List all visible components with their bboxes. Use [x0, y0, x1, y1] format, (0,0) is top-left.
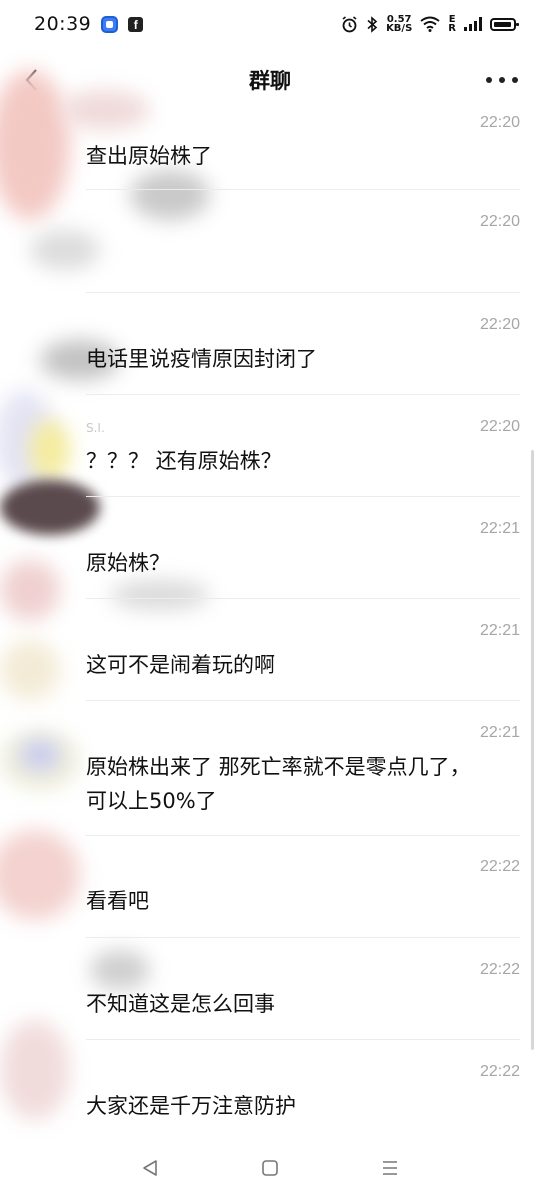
message-sender: S.I.	[86, 421, 105, 435]
message-text: ？？？ 还有原始株？	[86, 449, 282, 473]
network-speed: 0.57 KB/S	[386, 15, 413, 34]
list-item[interactable]: 22:21 这可不是闹着玩的啊	[86, 599, 520, 701]
message-time: 22:22	[479, 858, 520, 875]
system-nav-bar	[0, 1136, 540, 1200]
network-type: E R	[448, 15, 456, 34]
message-text: 电话里说疫情原因封闭了	[86, 347, 317, 371]
list-item[interactable]: 22:21 原始株？	[86, 497, 520, 599]
triangle-back-icon	[143, 1160, 157, 1176]
facebook-icon: f	[128, 16, 144, 32]
square-home-icon	[262, 1160, 278, 1176]
message-text: 原始株？	[86, 551, 170, 575]
message-time: 22:22	[479, 961, 520, 978]
message-time: 22:20	[479, 316, 520, 333]
message-text-line-2: 可以上50%了	[86, 789, 217, 813]
message-text: 这可不是闹着玩的啊	[86, 653, 275, 677]
app-notification-icon	[101, 15, 119, 33]
network-type-bottom: R	[448, 23, 456, 34]
list-item[interactable]: 22:22 看看吧	[86, 836, 520, 938]
nav-menu-button[interactable]	[370, 1148, 410, 1188]
chat-title: 群聊	[249, 69, 291, 93]
list-item[interactable]: 22:20	[86, 190, 520, 293]
nav-home-button[interactable]	[250, 1148, 290, 1188]
message-list[interactable]: 22:20 查出原始株了 22:20 22:20 电话里说疫情原因封闭了 S.I…	[0, 110, 540, 1120]
list-item[interactable]: 22:20 查出原始株了	[86, 110, 520, 190]
battery-icon	[490, 17, 519, 31]
alarm-icon	[342, 15, 357, 32]
message-text: 原始株出来了 那死亡率就不是零点几了，	[86, 755, 471, 779]
more-dot	[486, 77, 492, 83]
message-text: 不知道这是怎么回事	[86, 992, 275, 1016]
list-item[interactable]: 22:22 大家还是千万注意防护	[86, 1040, 520, 1120]
message-time: 22:22	[479, 1063, 520, 1080]
network-speed-unit: KB/S	[386, 23, 413, 34]
message-time: 22:21	[479, 520, 520, 537]
message-time: 22:20	[479, 418, 520, 435]
more-options-button[interactable]	[486, 68, 518, 92]
scrollbar[interactable]	[531, 450, 534, 1050]
message-time: 22:20	[479, 213, 520, 230]
list-item[interactable]: S.I. 22:20 ？？？ 还有原始株？	[86, 395, 520, 497]
message-time: 22:21	[479, 622, 520, 639]
signal-strength-icon	[464, 17, 482, 31]
message-time: 22:20	[479, 114, 520, 131]
message-text: 大家还是千万注意防护	[86, 1094, 296, 1118]
list-item[interactable]: 22:20 电话里说疫情原因封闭了	[86, 293, 520, 395]
status-time: 20:39	[34, 13, 92, 35]
bluetooth-icon	[367, 15, 378, 33]
message-text: 查出原始株了	[86, 144, 212, 168]
hamburger-menu-icon	[383, 1161, 397, 1175]
more-dot	[512, 77, 518, 83]
message-text: 看看吧	[86, 889, 149, 913]
nav-back-button[interactable]	[130, 1148, 170, 1188]
list-item[interactable]: 22:21 原始株出来了 那死亡率就不是零点几了， 可以上50%了	[86, 701, 520, 836]
list-item[interactable]: 22:22 不知道这是怎么回事	[86, 938, 520, 1040]
message-time: 22:21	[479, 724, 520, 741]
status-bar: 20:39 f 0.57 KB/S E R	[0, 0, 540, 48]
wifi-icon	[420, 16, 440, 32]
more-dot	[499, 77, 505, 83]
